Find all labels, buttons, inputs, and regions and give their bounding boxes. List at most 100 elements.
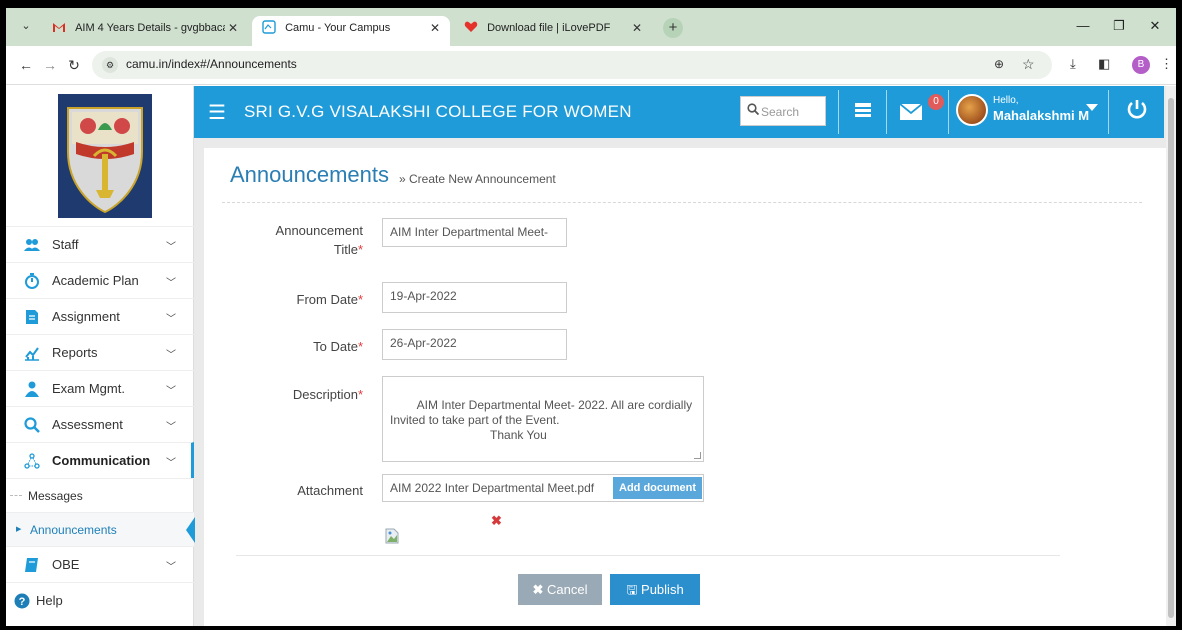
required-mark: * <box>357 387 363 402</box>
chevron-down-icon[interactable]: ﹀ <box>166 454 176 469</box>
download-icon[interactable]: ⤓ <box>1070 56 1076 72</box>
back-arrow-icon[interactable]: ← <box>16 55 36 75</box>
forward-arrow-icon[interactable]: → <box>40 55 60 75</box>
menu-hamburger-icon[interactable]: ☰ <box>208 100 226 125</box>
sidebar-item-reports[interactable]: Reports ﹀ <box>6 334 194 370</box>
exam-mgmt-icon <box>25 381 39 397</box>
chevron-down-icon[interactable]: ﹀ <box>166 346 176 361</box>
sidebar-item-assessment[interactable]: Assessment ﹀ <box>6 406 194 442</box>
staff-icon <box>24 239 40 251</box>
remove-attachment-icon[interactable]: ✖ <box>491 513 502 529</box>
form-divider <box>236 555 1060 556</box>
message-count-badge: 0 <box>928 94 944 110</box>
scrollbar-thumb[interactable] <box>1168 98 1174 618</box>
attachment-label: Attachment <box>297 481 363 500</box>
power-icon[interactable] <box>1126 98 1148 120</box>
to-date-input[interactable]: 26-Apr-2022 <box>382 329 567 360</box>
sidebar-subitem-label: Messages <box>28 489 83 503</box>
publish-label: Publish <box>641 582 684 597</box>
sidebar-item-label: Exam Mgmt. <box>52 381 125 396</box>
page-scrollbar[interactable] <box>1166 86 1176 626</box>
browser-window: ⌄ AIM 4 Years Details - gvgbbaca ✕ Camu … <box>6 8 1176 626</box>
sidebar-item-staff[interactable]: Staff ﹀ <box>6 226 194 262</box>
assessment-icon <box>24 417 40 433</box>
side-panel-icon[interactable]: ◧ <box>1098 56 1110 72</box>
sidebar-item-assignment[interactable]: Assignment ﹀ <box>6 298 194 334</box>
user-name[interactable]: Mahalakshmi M <box>993 108 1089 123</box>
notes-icon[interactable] <box>854 101 872 119</box>
academic-plan-icon <box>25 273 39 289</box>
attachment-filename: AIM 2022 Inter Departmental Meet.pdf <box>390 481 595 495</box>
close-window-button[interactable]: ✕ <box>1140 16 1170 36</box>
tab-gmail[interactable]: AIM 4 Years Details - gvgbbaca ✕ <box>42 16 248 46</box>
caret-right-icon: ▶ <box>16 526 22 533</box>
chevron-down-icon[interactable]: ﹀ <box>166 310 176 325</box>
sidebar-item-exam-mgmt[interactable]: Exam Mgmt. ﹀ <box>6 370 194 406</box>
minimize-button[interactable]: — <box>1068 16 1098 36</box>
tab-close-icon[interactable]: ✕ <box>632 16 642 40</box>
mail-icon[interactable] <box>900 104 922 120</box>
description-textarea[interactable]: AIM Inter Departmental Meet- 2022. All a… <box>382 376 704 462</box>
publish-button[interactable]: 🖫 Publish <box>610 574 700 605</box>
camu-icon <box>262 20 276 34</box>
description-text: AIM Inter Departmental Meet- 2022. All a… <box>390 398 693 442</box>
site-info-icon[interactable]: ⚙ <box>102 57 118 73</box>
sidebar-item-communication[interactable]: Communication ﹀ <box>6 442 194 478</box>
header-divider <box>1108 90 1109 134</box>
profile-avatar[interactable]: B <box>1132 56 1150 74</box>
announcement-title-input[interactable]: AIM Inter Departmental Meet- <box>382 218 567 247</box>
resize-handle[interactable] <box>694 452 701 459</box>
tab-camu[interactable]: Camu - Your Campus ✕ <box>252 16 450 46</box>
address-bar: ← → ↻ ⚙ camu.in/index#/Announcements ⊕ ☆… <box>6 46 1176 85</box>
chevron-down-icon[interactable]: ﹀ <box>166 382 176 397</box>
sidebar-subitem-messages[interactable]: Messages <box>6 478 194 512</box>
sidebar-item-help[interactable]: ? Help <box>6 582 194 618</box>
header-divider <box>838 90 839 134</box>
omnibox[interactable]: ⚙ camu.in/index#/Announcements ⊕ ☆ <box>92 51 1052 79</box>
obe-icon <box>25 558 38 572</box>
chevron-down-icon[interactable]: ﹀ <box>166 274 176 289</box>
caret-down-icon[interactable] <box>1086 104 1098 111</box>
sidebar-item-label: Academic Plan <box>52 273 139 288</box>
greeting: Hello, <box>993 95 1019 106</box>
chevron-down-icon[interactable]: ﹀ <box>166 558 176 573</box>
tab-close-icon[interactable]: ✕ <box>228 16 238 40</box>
tab-strip: ⌄ AIM 4 Years Details - gvgbbaca ✕ Camu … <box>6 8 1176 46</box>
restore-button[interactable]: ❐ <box>1104 16 1134 36</box>
tab-ilovepdf[interactable]: Download file | iLovePDF ✕ <box>454 16 652 46</box>
cancel-button[interactable]: ✖ Cancel <box>518 574 602 605</box>
bookmark-star-icon[interactable]: ☆ <box>1022 56 1035 73</box>
add-document-button[interactable]: Add document <box>613 477 702 499</box>
tab-close-icon[interactable]: ✕ <box>430 16 440 40</box>
attachment-field[interactable]: AIM 2022 Inter Departmental Meet.pdf Add… <box>382 474 704 502</box>
tab-label: Camu - Your Campus <box>285 22 391 35</box>
sidebar-item-label: Staff <box>52 237 79 252</box>
camu-app: Staff ﹀ Academic Plan ﹀ Assignment ﹀ Rep… <box>6 86 1176 626</box>
zoom-icon[interactable]: ⊕ <box>994 57 1004 71</box>
reload-icon[interactable]: ↻ <box>64 55 84 75</box>
url-text[interactable]: camu.in/index#/Announcements <box>126 57 297 71</box>
new-tab-button[interactable]: + <box>663 18 683 38</box>
page-title: Announcements <box>230 162 389 187</box>
sidebar-subitem-announcements[interactable]: ▶ Announcements <box>6 512 195 546</box>
browser-menu-icon[interactable]: ⋮ <box>1160 56 1173 72</box>
svg-text:?: ? <box>19 596 26 608</box>
gmail-icon <box>53 23 65 33</box>
reports-icon <box>25 347 39 361</box>
chevron-down-icon[interactable]: ﹀ <box>166 418 176 433</box>
search-input[interactable]: Search <box>740 96 826 126</box>
tab-search-chevron-icon[interactable]: ⌄ <box>16 16 36 36</box>
sidebar-item-academic-plan[interactable]: Academic Plan ﹀ <box>6 262 194 298</box>
tab-label: AIM 4 Years Details - gvgbbaca <box>75 22 226 35</box>
chevron-down-icon[interactable]: ﹀ <box>166 238 176 253</box>
from-date-input[interactable]: 19-Apr-2022 <box>382 282 567 313</box>
cancel-label: Cancel <box>547 582 588 597</box>
college-name: SRI G.V.G VISALAKSHI COLLEGE FOR WOMEN <box>244 102 632 121</box>
main-panel: Announcements » Create New Announcement … <box>204 148 1166 626</box>
save-icon: 🖫 <box>626 582 638 597</box>
tab-label: Download file | iLovePDF <box>487 22 611 35</box>
user-avatar[interactable] <box>956 94 988 126</box>
sidebar-item-obe[interactable]: OBE ﹀ <box>6 546 194 582</box>
sidebar-item-label: Reports <box>52 345 98 360</box>
sidebar-item-label: Help <box>36 593 63 608</box>
